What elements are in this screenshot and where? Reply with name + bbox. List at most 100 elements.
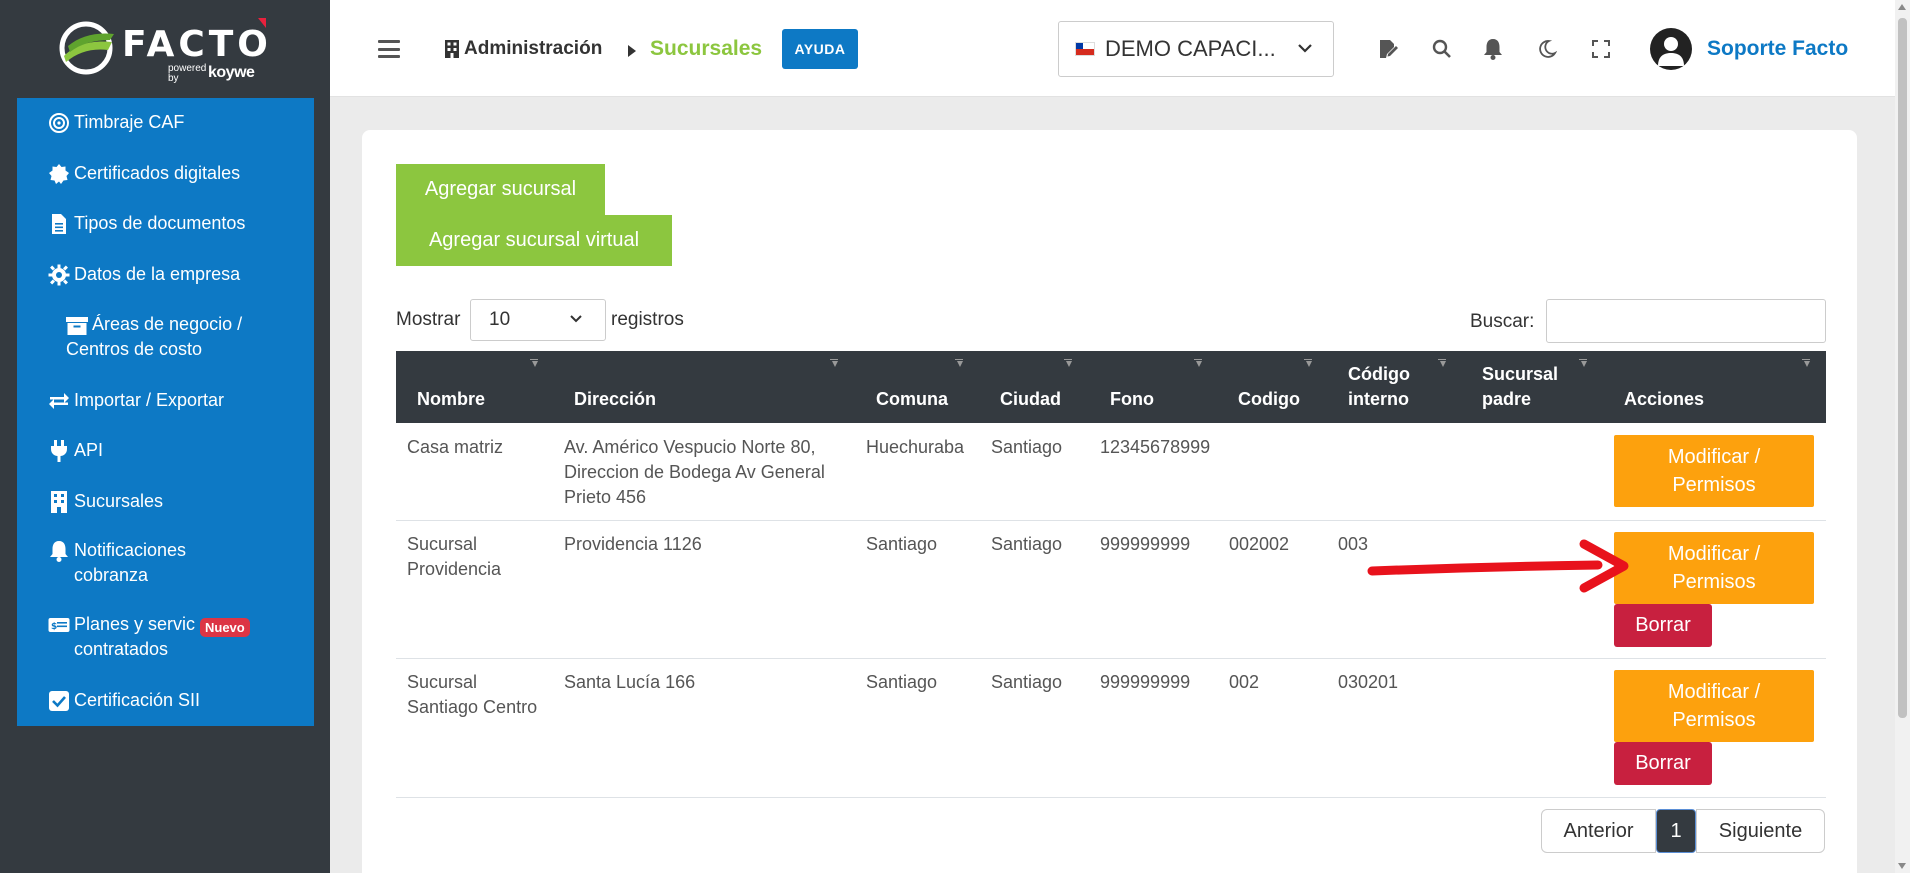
breadcrumb-current: Sucursales [650, 37, 763, 60]
dark-mode-moon-icon[interactable] [1534, 36, 1560, 62]
sidebar-item-tipos-documentos[interactable]: Tipos de documentos [48, 211, 245, 236]
sort-icon[interactable] [1437, 359, 1447, 369]
cell-direccion: Santa Lucía 166 [564, 672, 696, 692]
column-header-nombre[interactable]: Nombre [417, 387, 485, 412]
pagination-next[interactable]: Siguiente [1696, 809, 1825, 853]
sidebar-item-api[interactable]: API [48, 438, 103, 463]
chile-flag-icon [1075, 42, 1095, 56]
sidebar-item-notificaciones[interactable]: Notificaciones cobranza [48, 538, 186, 588]
breadcrumb-administracion[interactable]: Administración [464, 38, 602, 60]
document-icon [48, 213, 70, 235]
sort-icon[interactable] [1303, 359, 1313, 369]
sidebar-item-certificacion-sii[interactable]: Certificación SII [48, 688, 200, 713]
page-size-select[interactable]: 10 [470, 299, 606, 341]
sidebar-item-importar-exportar[interactable]: Importar / Exportar [48, 388, 224, 413]
user-avatar[interactable] [1650, 28, 1692, 70]
plug-icon [48, 440, 70, 462]
facto-logo-mark-icon [59, 21, 114, 75]
bell-icon [48, 540, 70, 562]
scroll-down-icon[interactable] [1898, 863, 1906, 869]
cell-comuna: Santiago [866, 672, 938, 692]
chevron-down-icon [1298, 44, 1312, 53]
column-header-ciudad[interactable]: Ciudad [1000, 387, 1061, 412]
pagination-previous[interactable]: Anterior [1541, 809, 1656, 853]
pagination-page[interactable]: 1 [1656, 809, 1696, 853]
search-icon[interactable] [1429, 36, 1455, 62]
edit-document-icon[interactable] [1375, 36, 1401, 62]
modify-permissions-button[interactable]: Modificar / Permisos [1614, 532, 1814, 604]
cell-ciudad: Santiago [991, 437, 1063, 457]
page-scrollbar[interactable] [1895, 0, 1910, 873]
help-button[interactable]: AYUDA [782, 29, 858, 69]
records-label: registros [611, 309, 684, 330]
cell-direccion: Av. Américo Vespucio Norte 80, Direccion… [564, 437, 825, 507]
add-branch-button[interactable]: Agregar sucursal [396, 164, 605, 215]
column-header-direccion[interactable]: Dirección [574, 387, 656, 412]
target-icon [48, 112, 70, 134]
cell-nombre: Sucursal Providencia [407, 534, 502, 579]
column-header-codigo[interactable]: Codigo [1238, 387, 1300, 412]
sidebar-item-label: Importar / Exportar [74, 390, 225, 410]
cell-fono: 12345678999 [1100, 437, 1211, 457]
cell-codigo: 002002 [1229, 534, 1290, 554]
cell-direccion: Providencia 1126 [564, 534, 702, 554]
user-name[interactable]: Soporte Facto [1707, 37, 1848, 61]
add-virtual-branch-button[interactable]: Agregar sucursal virtual [396, 215, 672, 266]
company-name: DEMO CAPACI... [1105, 36, 1276, 61]
sidebar-item-planes[interactable]: $ Planes y servic contratados [48, 612, 195, 662]
sidebar: FACTO powered by koywe Timbraje CAF Cert… [0, 0, 330, 873]
search-input[interactable] [1546, 299, 1826, 343]
column-header-fono[interactable]: Fono [1110, 387, 1154, 412]
brand-koywe: koywe [208, 64, 255, 81]
sidebar-item-label: Datos de la empresa [74, 264, 241, 284]
modify-permissions-button[interactable]: Modificar / Permisos [1614, 435, 1814, 507]
sort-icon[interactable] [529, 359, 539, 369]
sort-icon[interactable] [1063, 359, 1073, 369]
column-header-codigo-interno[interactable]: Código interno [1348, 362, 1410, 412]
chevron-down-icon [570, 315, 582, 323]
svg-text:$: $ [51, 622, 57, 632]
archive-icon [66, 315, 88, 337]
sort-icon[interactable] [1578, 359, 1588, 369]
delete-button[interactable]: Borrar [1614, 604, 1712, 647]
fullscreen-icon[interactable] [1588, 36, 1614, 62]
sidebar-item-datos-empresa[interactable]: Datos de la empresa [48, 262, 240, 287]
column-header-acciones: Acciones [1624, 389, 1705, 409]
money-icon: $ [48, 614, 70, 636]
row-divider [396, 658, 1826, 659]
cell-fono: 999999999 [1100, 672, 1191, 692]
cell-codigo-interno: 030201 [1338, 672, 1399, 692]
show-label: Mostrar [396, 309, 461, 330]
sidebar-item-label: Notificaciones cobranza [74, 540, 187, 585]
sidebar-item-areas-negocio[interactable]: Áreas de negocio / Centros de costo [66, 312, 242, 362]
sort-icon[interactable] [954, 359, 964, 369]
sort-icon[interactable] [1193, 359, 1203, 369]
gear-icon [48, 264, 70, 286]
sidebar-item-sucursales[interactable]: Sucursales [48, 489, 163, 514]
sidebar-item-label: Certificados digitales [74, 163, 241, 183]
row-divider [396, 797, 1826, 798]
sort-icon[interactable] [829, 359, 839, 369]
modify-permissions-button[interactable]: Modificar / Permisos [1614, 670, 1814, 742]
facto-logo[interactable]: FACTO powered by koywe [58, 14, 278, 84]
hamburger-menu-icon[interactable] [378, 40, 400, 58]
scroll-up-icon[interactable] [1898, 4, 1906, 10]
building-icon [445, 40, 459, 58]
sidebar-item-label: Sucursales [74, 491, 164, 511]
sort-icon[interactable] [1801, 359, 1811, 369]
scroll-thumb[interactable] [1898, 18, 1907, 718]
cell-ciudad: Santiago [991, 672, 1063, 692]
column-header-sucursal-padre[interactable]: Sucursal padre [1482, 362, 1558, 412]
cell-nombre: Casa matriz [407, 437, 504, 457]
sidebar-item-timbraje-caf[interactable]: Timbraje CAF [48, 110, 184, 135]
check-square-icon [48, 690, 70, 712]
certificate-icon [48, 163, 70, 185]
notification-bell-icon[interactable] [1480, 36, 1506, 62]
sidebar-item-label: API [74, 440, 104, 460]
cell-comuna: Huechuraba [866, 437, 965, 457]
company-select[interactable]: DEMO CAPACI... [1058, 21, 1334, 77]
sidebar-item-certificados[interactable]: Certificados digitales [48, 161, 240, 186]
column-header-comuna[interactable]: Comuna [876, 387, 948, 412]
delete-button[interactable]: Borrar [1614, 742, 1712, 785]
new-badge: Nuevo [200, 618, 250, 637]
